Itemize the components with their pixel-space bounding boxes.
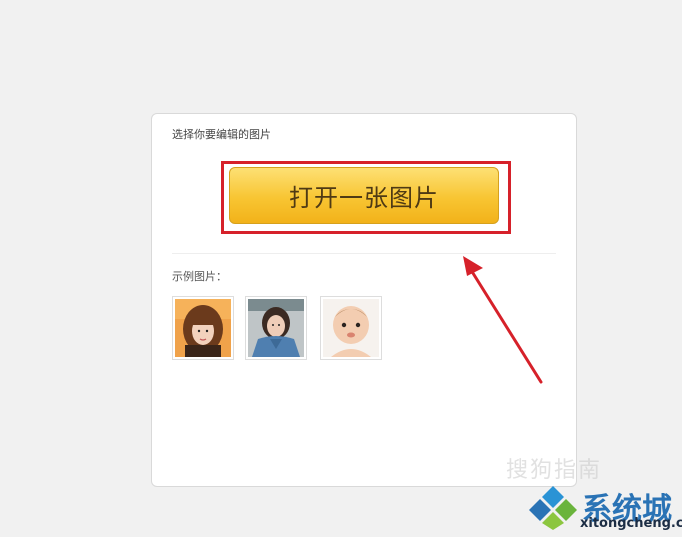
example-image-baby[interactable]	[320, 296, 382, 360]
example-image-woman-bangs[interactable]	[172, 296, 234, 360]
xitongcheng-brand: 系统城 xitongcheng.com	[528, 480, 682, 537]
example-image-woman-denim[interactable]	[245, 296, 307, 360]
brand-url: xitongcheng.com	[580, 516, 682, 531]
page: 选择你要编辑的图片 打开一张图片 示例图片： 搜狗指南 系统城 xitongch…	[0, 0, 682, 537]
examples-label: 示例图片：	[172, 270, 227, 283]
open-image-button[interactable]: 打开一张图片	[229, 167, 499, 224]
red-arrow-icon	[463, 256, 543, 384]
example-photo-2	[248, 299, 304, 357]
select-image-prompt: 选择你要编辑的图片	[172, 128, 271, 141]
xitongcheng-logo-icon	[529, 486, 577, 530]
example-photo-1	[175, 299, 231, 357]
example-photo-3	[323, 299, 379, 357]
